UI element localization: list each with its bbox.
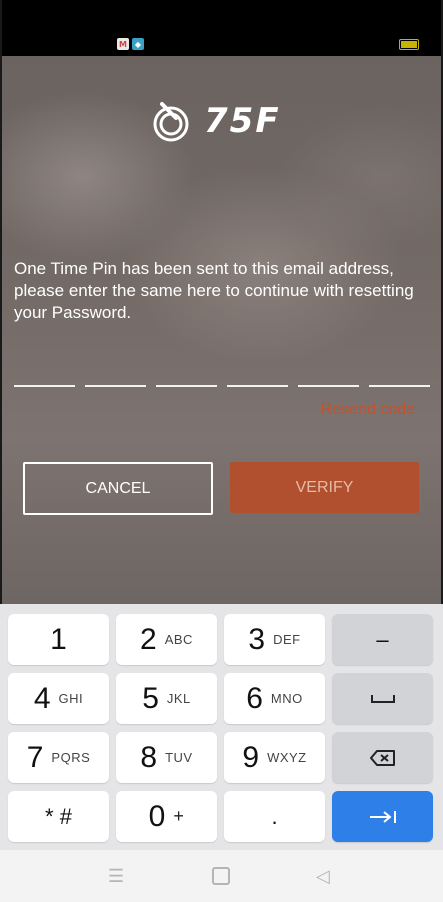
battery-icon [399,39,419,50]
phone-frame: M ◆ 75F One Time Pin has been sent to th… [0,0,443,902]
key-dot[interactable]: . [224,791,325,842]
key-digit: 9 [242,740,260,774]
key-3[interactable]: 3 DEF [224,614,325,665]
space-bar-icon [370,694,395,703]
tab-next-icon [369,810,396,823]
key-5[interactable]: 5 JKL [116,673,217,724]
key-star-hash[interactable]: * # [8,791,109,842]
verify-button[interactable]: VERIFY [230,462,419,513]
key-letters: MNO [270,691,303,706]
otp-screen: 75F One Time Pin has been sent to this e… [2,56,441,604]
key-letters: TUV [165,750,193,765]
status-bar: M ◆ [2,0,441,56]
pin-box-3[interactable] [156,385,217,387]
key-letters: JKL [166,691,191,706]
key-letters: WXYZ [267,750,307,765]
pin-box-6[interactable] [369,385,430,387]
key-letters: PQRS [51,750,91,765]
numeric-keyboard: 1 2 ABC 3 DEF – 4 GHI 5 JKL 6 MNO 7 PQRS… [0,604,443,850]
gmail-icon: M [117,38,129,50]
key-7[interactable]: 7 PQRS [8,732,109,783]
key-digit: 0 [148,799,166,833]
status-icons: M ◆ [117,38,144,50]
key-backspace[interactable] [332,732,433,783]
logo-text: 75F [204,101,281,141]
key-8[interactable]: 8 TUV [116,732,217,783]
app-icon: ◆ [132,38,144,50]
key-digit: 1 [50,622,67,656]
key-6[interactable]: 6 MNO [224,673,325,724]
key-9[interactable]: 9 WXYZ [224,732,325,783]
key-0[interactable]: 0 + [116,791,217,842]
key-next[interactable] [332,791,433,842]
logo-icon [153,102,189,142]
home-icon[interactable] [212,867,230,885]
key-letters: ABC [164,632,193,647]
key-space[interactable] [332,673,433,724]
key-digit: 7 [26,740,44,774]
key-digit: 4 [33,681,51,715]
key-digit: 8 [140,740,158,774]
back-icon[interactable]: ◁ [316,866,330,887]
backspace-icon [369,749,395,766]
logo: 75F [148,98,281,144]
key-digit: 2 [140,622,157,656]
key-letters: DEF [273,632,301,647]
pin-box-1[interactable] [14,385,75,387]
key-digit: 3 [248,622,266,656]
key-letters: GHI [58,691,84,706]
key-digit: 5 [142,681,159,715]
star-hash-label: * # [45,803,72,829]
dot-label: . [271,803,278,829]
resend-code-link[interactable]: Resend code [321,401,415,419]
key-letters: + [173,806,185,826]
system-nav-bar: ☰ ◁ [0,850,443,902]
pin-box-4[interactable] [227,385,288,387]
key-1[interactable]: 1 [8,614,109,665]
otp-message: One Time Pin has been sent to this email… [14,259,414,322]
key-digit: 6 [246,681,263,715]
menu-icon[interactable]: ☰ [108,866,124,887]
key-2[interactable]: 2 ABC [116,614,217,665]
pin-inputs [14,385,430,387]
key-4[interactable]: 4 GHI [8,673,109,724]
pin-box-2[interactable] [85,385,146,387]
minus-label: – [376,626,389,652]
key-minus[interactable]: – [332,614,433,665]
pin-box-5[interactable] [298,385,359,387]
cancel-button[interactable]: CANCEL [23,462,213,515]
